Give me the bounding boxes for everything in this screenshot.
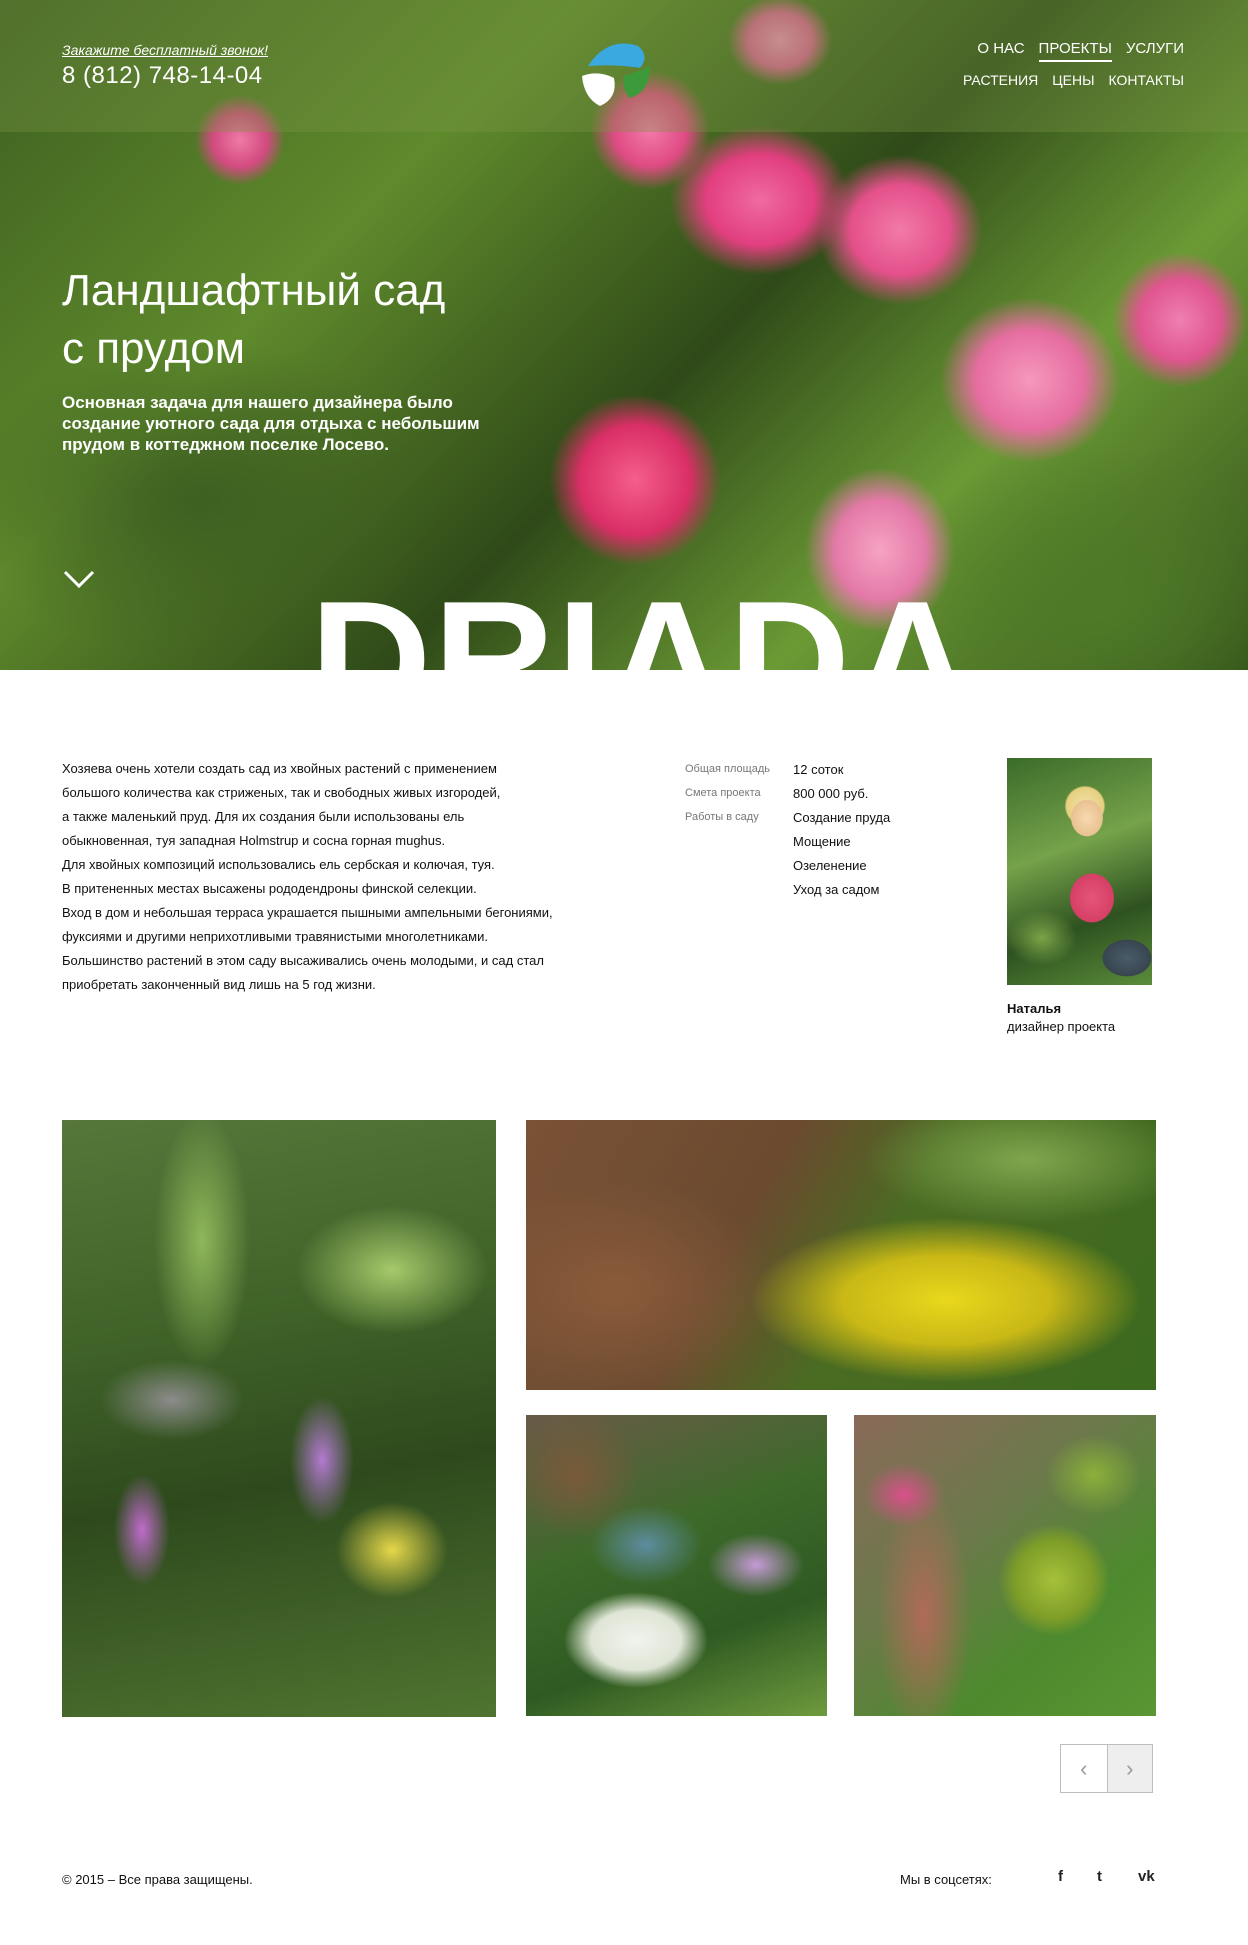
works-label: Работы в саду xyxy=(685,811,759,823)
designer-role: дизайнер проекта xyxy=(1007,1019,1116,1034)
gallery-image-pond[interactable] xyxy=(62,1120,496,1717)
vk-icon[interactable]: vk xyxy=(1138,1868,1155,1885)
area-value: 12 соток xyxy=(793,761,844,777)
gallery-image-shrubs[interactable] xyxy=(526,1415,827,1716)
desc-line: Вход в дом и небольшая терраса украшаетс… xyxy=(62,905,553,920)
work-item: Уход за садом xyxy=(793,881,880,897)
main-nav: О НАС ПРОЕКТЫ УСЛУГИ РАСТЕНИЯ ЦЕНЫ КОНТА… xyxy=(963,40,1184,98)
title-line-1: Ландшафтный сад xyxy=(62,266,446,315)
phone-number: 8 (812) 748-14-04 xyxy=(62,62,263,89)
next-button[interactable]: › xyxy=(1106,1745,1152,1792)
callback-link[interactable]: Закажите бесплатный звонок! xyxy=(62,42,268,58)
project-description: Хозяева очень хотели создать сад из хвой… xyxy=(62,757,622,997)
desc-line: фуксиями и другими неприхотливыми травян… xyxy=(62,929,488,944)
nav-contacts[interactable]: КОНТАКТЫ xyxy=(1108,72,1184,88)
nav-services[interactable]: УСЛУГИ xyxy=(1126,40,1184,62)
gallery-image-path[interactable] xyxy=(854,1415,1156,1716)
gallery-pager: ‹ › xyxy=(1060,1744,1153,1793)
nav-about[interactable]: О НАС xyxy=(977,40,1024,62)
desc-line: Для хвойных композиций использовались ел… xyxy=(62,857,495,872)
twitter-icon[interactable]: t xyxy=(1097,1868,1102,1885)
facebook-icon[interactable]: f xyxy=(1058,1868,1063,1885)
desc-line: обыкновенная, туя западная Holmstrup и с… xyxy=(62,833,446,848)
project-specs: Общая площадь 12 соток Смета проекта 800… xyxy=(685,757,890,901)
desc-line: большого количества как стриженых, так и… xyxy=(62,785,501,800)
copyright: © 2015 – Все права защищены. xyxy=(62,1872,253,1887)
title-line-2: с прудом xyxy=(62,324,245,373)
budget-value: 800 000 руб. xyxy=(793,785,869,801)
nav-prices[interactable]: ЦЕНЫ xyxy=(1052,72,1094,88)
page-title: Ландшафтный сад с прудом xyxy=(62,262,445,378)
desc-line: Большинство растений в этом саду высажив… xyxy=(62,953,544,968)
desc-line: В притененных местах высажены рододендро… xyxy=(62,881,477,896)
nav-plants[interactable]: РАСТЕНИЯ xyxy=(963,72,1038,88)
designer-photo xyxy=(1007,758,1152,985)
nav-projects[interactable]: ПРОЕКТЫ xyxy=(1038,40,1112,62)
chevron-down-icon[interactable] xyxy=(62,568,96,590)
work-item: Озеленение xyxy=(793,857,867,873)
budget-label: Смета проекта xyxy=(685,787,761,799)
logo-icon[interactable] xyxy=(578,36,654,112)
work-item: Мощение xyxy=(793,833,851,849)
gallery-image-flowers[interactable] xyxy=(526,1120,1156,1390)
desc-line: приобретать законченный вид лишь на 5 го… xyxy=(62,977,376,992)
designer-name: Наталья xyxy=(1007,1001,1062,1016)
prev-button[interactable]: ‹ xyxy=(1061,1745,1107,1792)
brand-watermark: DRIADA xyxy=(310,566,976,670)
hero-description: Основная задача для нашего дизайнера был… xyxy=(62,393,480,454)
desc-line: Хозяева очень хотели создать сад из хвой… xyxy=(62,761,497,776)
area-label: Общая площадь xyxy=(685,763,770,775)
social-label: Мы в соцсетях: xyxy=(900,1872,992,1887)
hero-banner: Закажите бесплатный звонок! 8 (812) 748-… xyxy=(0,0,1248,670)
desc-line: а также маленький пруд. Для их создания … xyxy=(62,809,465,824)
work-item: Создание пруда xyxy=(793,809,891,825)
